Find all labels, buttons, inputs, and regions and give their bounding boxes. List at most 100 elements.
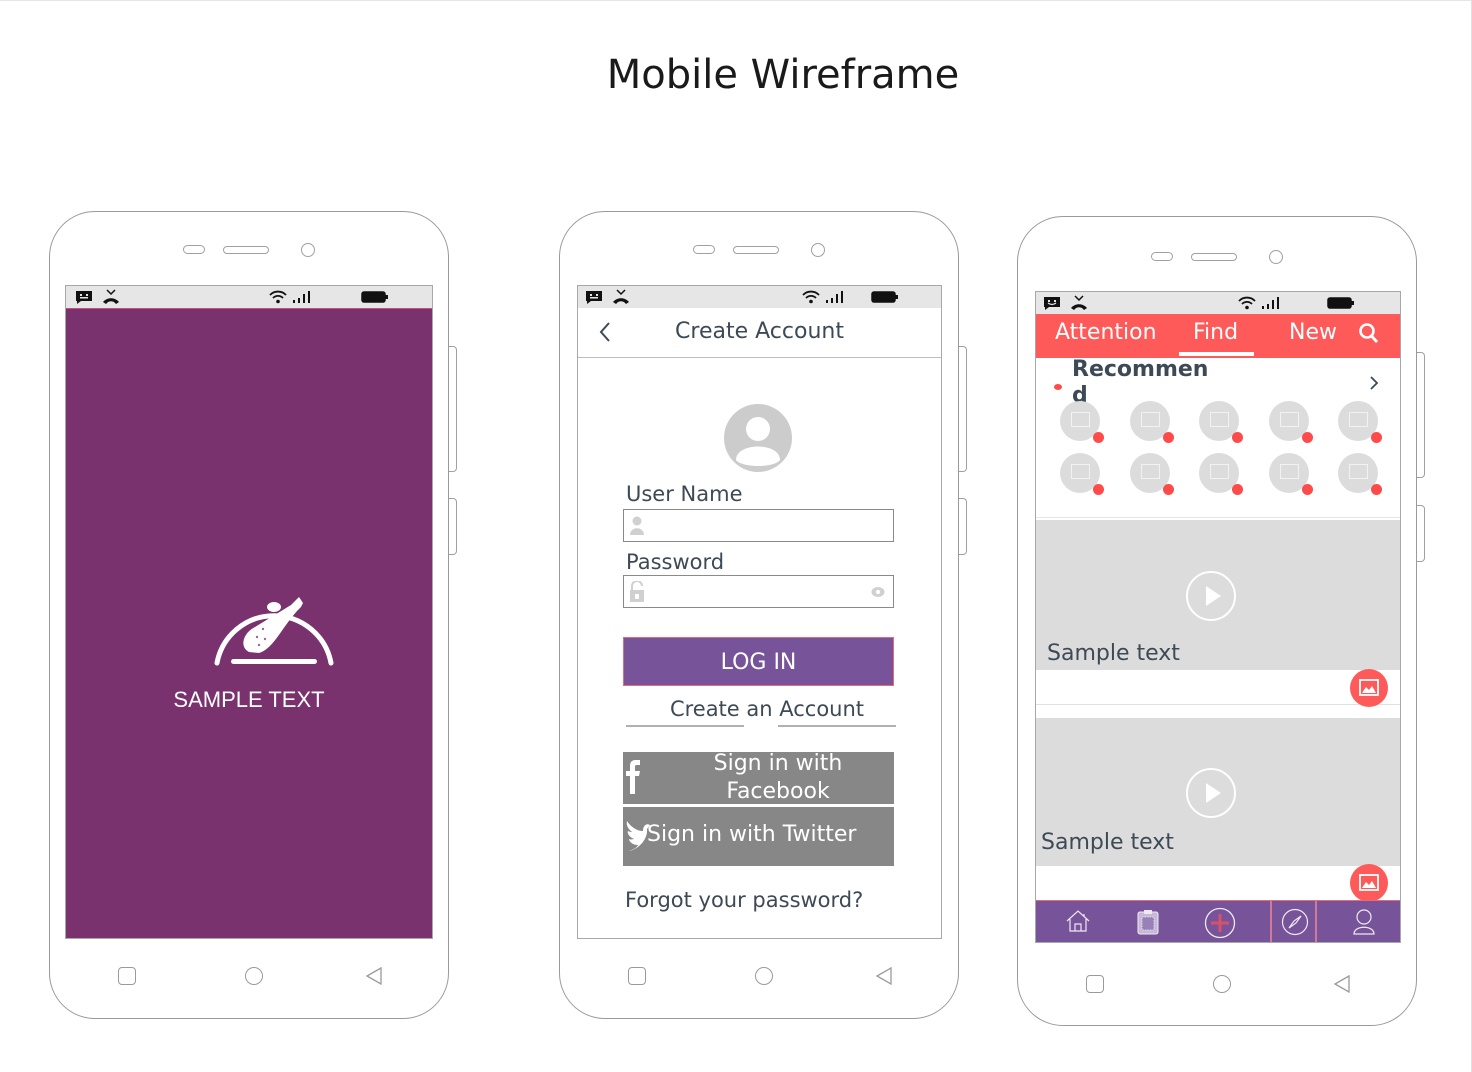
- volume-button: [959, 346, 967, 472]
- image-placeholder-icon: [1140, 412, 1160, 427]
- thumbnail-item[interactable]: [1199, 453, 1243, 495]
- phone-splash: SAMPLE TEXT: [49, 211, 449, 1019]
- image-icon: [1359, 679, 1379, 696]
- earpiece-speaker: [223, 246, 269, 254]
- thumbnail-item[interactable]: [1268, 401, 1313, 443]
- tab-bar: Attention Find New: [1036, 314, 1400, 358]
- recommend-dot: [1054, 384, 1062, 390]
- twitter-signin-label: Sign in with Twitter: [647, 822, 857, 847]
- create-account-link[interactable]: Create an Account: [642, 697, 892, 721]
- thumbnail-item[interactable]: [1129, 401, 1174, 443]
- food-cloche-drumstick-icon: [214, 597, 334, 666]
- home-icon[interactable]: [1065, 909, 1091, 933]
- create-account-underline-right: [778, 725, 896, 727]
- signal-icon: [293, 291, 310, 303]
- video-caption: Sample text: [1047, 641, 1180, 666]
- splash-background: SAMPLE TEXT: [66, 308, 432, 938]
- facebook-icon: [626, 760, 640, 794]
- add-badge-icon: [1162, 432, 1174, 443]
- username-input[interactable]: [623, 509, 894, 542]
- video-card[interactable]: Sample text: [1036, 718, 1400, 866]
- tab-new[interactable]: New: [1289, 320, 1337, 345]
- lock-icon: [630, 581, 644, 602]
- missed-call-icon: [103, 289, 119, 304]
- image-placeholder-icon: [1349, 412, 1368, 427]
- front-camera: [1269, 250, 1283, 264]
- video-card[interactable]: Sample text: [1036, 520, 1400, 670]
- twitter-signin-button[interactable]: Sign in with Twitter: [623, 807, 894, 866]
- missed-call-icon: [613, 289, 629, 304]
- image-placeholder-icon: [1279, 464, 1299, 479]
- profile-icon[interactable]: [1352, 908, 1376, 936]
- recommend-section: Recommend: [1036, 357, 1400, 518]
- chevron-right-icon[interactable]: [1369, 375, 1379, 391]
- add-badge-icon: [1093, 484, 1104, 495]
- thumbnail-item[interactable]: [1338, 401, 1382, 443]
- nav-divider: [1270, 901, 1272, 942]
- thumbnail-item[interactable]: [1129, 453, 1174, 495]
- proximity-sensor: [1151, 252, 1173, 261]
- password-input[interactable]: [623, 575, 894, 608]
- video-spacer: [1036, 706, 1400, 717]
- compass-icon[interactable]: [1281, 908, 1309, 936]
- recent-apps-button[interactable]: [628, 967, 646, 985]
- thumbnail-item[interactable]: [1338, 453, 1382, 495]
- clipboard-icon[interactable]: [1137, 909, 1159, 935]
- image-action-button[interactable]: [1350, 864, 1388, 902]
- image-icon: [1359, 874, 1379, 891]
- active-tab-indicator: [1179, 352, 1254, 356]
- home-button[interactable]: [245, 967, 263, 985]
- recent-apps-button[interactable]: [118, 967, 136, 985]
- proximity-sensor: [693, 245, 715, 254]
- back-button[interactable]: [875, 967, 893, 985]
- facebook-signin-label: Sign in with Facebook: [713, 751, 843, 804]
- play-icon[interactable]: [1186, 571, 1236, 621]
- nav-divider: [1315, 901, 1317, 942]
- search-icon[interactable]: [1359, 323, 1379, 345]
- video-action-bar: [1036, 866, 1400, 902]
- splash-screen: SAMPLE TEXT: [65, 285, 433, 939]
- image-placeholder-icon: [1071, 412, 1090, 427]
- feed-screen: Attention Find New Recommend Sample text: [1035, 291, 1401, 943]
- volume-button: [1417, 352, 1425, 478]
- earpiece-speaker: [733, 246, 779, 254]
- image-placeholder-icon: [1140, 464, 1160, 479]
- thumbnail-item[interactable]: [1268, 453, 1313, 495]
- facebook-signin-button[interactable]: Sign in with Facebook: [623, 751, 894, 804]
- tab-attention[interactable]: Attention: [1055, 320, 1157, 345]
- user-field-icon: [630, 516, 644, 535]
- video-caption: Sample text: [1041, 830, 1174, 855]
- play-icon[interactable]: [1186, 768, 1236, 818]
- home-button[interactable]: [755, 967, 773, 985]
- forgot-password-link[interactable]: Forgot your password?: [625, 888, 863, 912]
- add-badge-icon: [1371, 432, 1382, 443]
- login-button[interactable]: LOG IN: [623, 637, 894, 686]
- proximity-sensor: [183, 245, 205, 254]
- thumbnail-item[interactable]: [1060, 453, 1104, 495]
- back-button[interactable]: [365, 967, 383, 985]
- thumbnail-item[interactable]: [1199, 401, 1243, 443]
- thumbnail-item[interactable]: [1060, 401, 1104, 443]
- status-bar: [66, 286, 432, 308]
- add-icon[interactable]: [1204, 907, 1236, 939]
- image-action-button[interactable]: [1350, 669, 1388, 707]
- recent-apps-button[interactable]: [1086, 975, 1104, 993]
- battery-icon: [1327, 297, 1354, 309]
- back-button[interactable]: [1333, 975, 1351, 993]
- page-title: Mobile Wireframe: [606, 52, 960, 98]
- signal-icon: [1262, 297, 1279, 309]
- image-placeholder-icon: [1279, 412, 1299, 427]
- eye-icon[interactable]: [871, 586, 885, 598]
- add-badge-icon: [1371, 484, 1382, 495]
- missed-call-icon: [1071, 295, 1087, 310]
- home-button[interactable]: [1213, 975, 1231, 993]
- image-placeholder-icon: [1349, 464, 1368, 479]
- front-camera: [811, 243, 825, 257]
- earpiece-speaker: [1191, 253, 1237, 261]
- battery-icon: [361, 291, 388, 303]
- status-bar: [578, 286, 941, 308]
- power-button: [959, 498, 967, 555]
- power-button: [1417, 505, 1425, 562]
- user-avatar-icon: [724, 404, 792, 472]
- tab-find[interactable]: Find: [1193, 320, 1238, 345]
